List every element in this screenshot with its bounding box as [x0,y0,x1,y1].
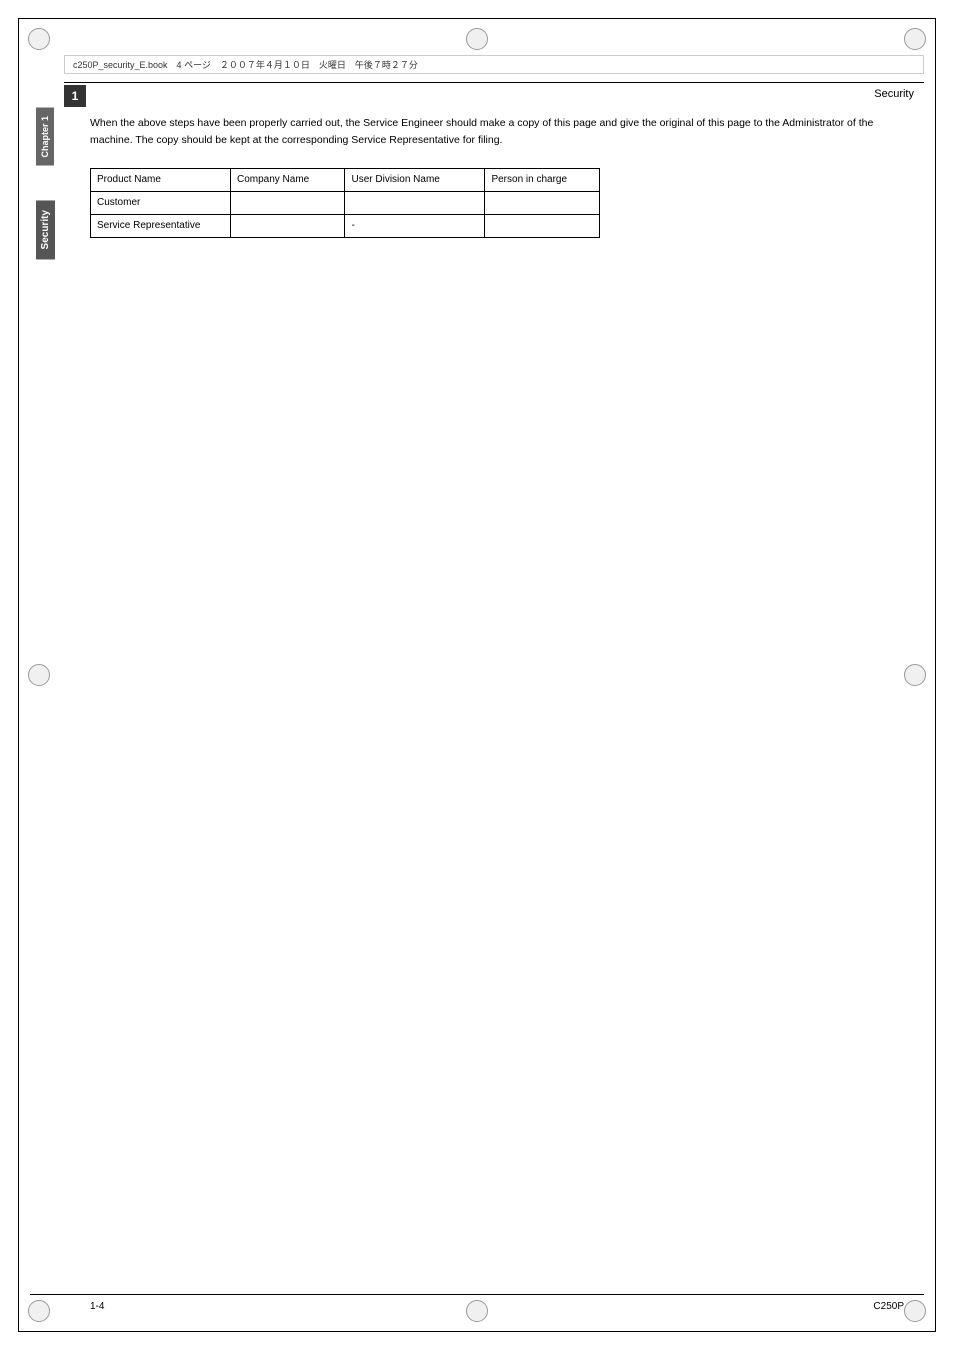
intro-paragraph: When the above steps have been properly … [90,115,914,150]
header-company-name: Company Name [230,168,345,191]
row-service-division: - [345,214,485,237]
chapter-number-box: 1 [64,85,86,107]
file-info-text: c250P_security_E.book 4 ページ ２００７年４月１０日 火… [73,60,418,70]
security-tab: Security [36,200,55,259]
table-row: Service Representative - [91,214,600,237]
row-service-company [230,214,345,237]
row-customer-person [485,191,600,214]
main-content: When the above steps have been properly … [90,115,914,238]
table-row: Customer [91,191,600,214]
header-divider [64,82,924,83]
header-title: Security [874,88,914,100]
header-person-in-charge: Person in charge [485,168,600,191]
header-user-division: User Division Name [345,168,485,191]
row-customer-company [230,191,345,214]
row-service-person [485,214,600,237]
header-product-name: Product Name [91,168,231,191]
chapter-number: 1 [72,89,79,103]
row-customer-label: Customer [91,191,231,214]
file-info-bar: c250P_security_E.book 4 ページ ２００７年４月１０日 火… [64,55,924,74]
footer-model-number: C250P [873,1301,904,1312]
row-customer-division [345,191,485,214]
registration-table: Product Name Company Name User Division … [90,168,600,238]
chapter-tab: Chapter 1 [36,108,54,166]
footer-page-number: 1-4 [90,1301,104,1312]
row-service-label: Service Representative [91,214,231,237]
footer-divider [30,1294,924,1295]
